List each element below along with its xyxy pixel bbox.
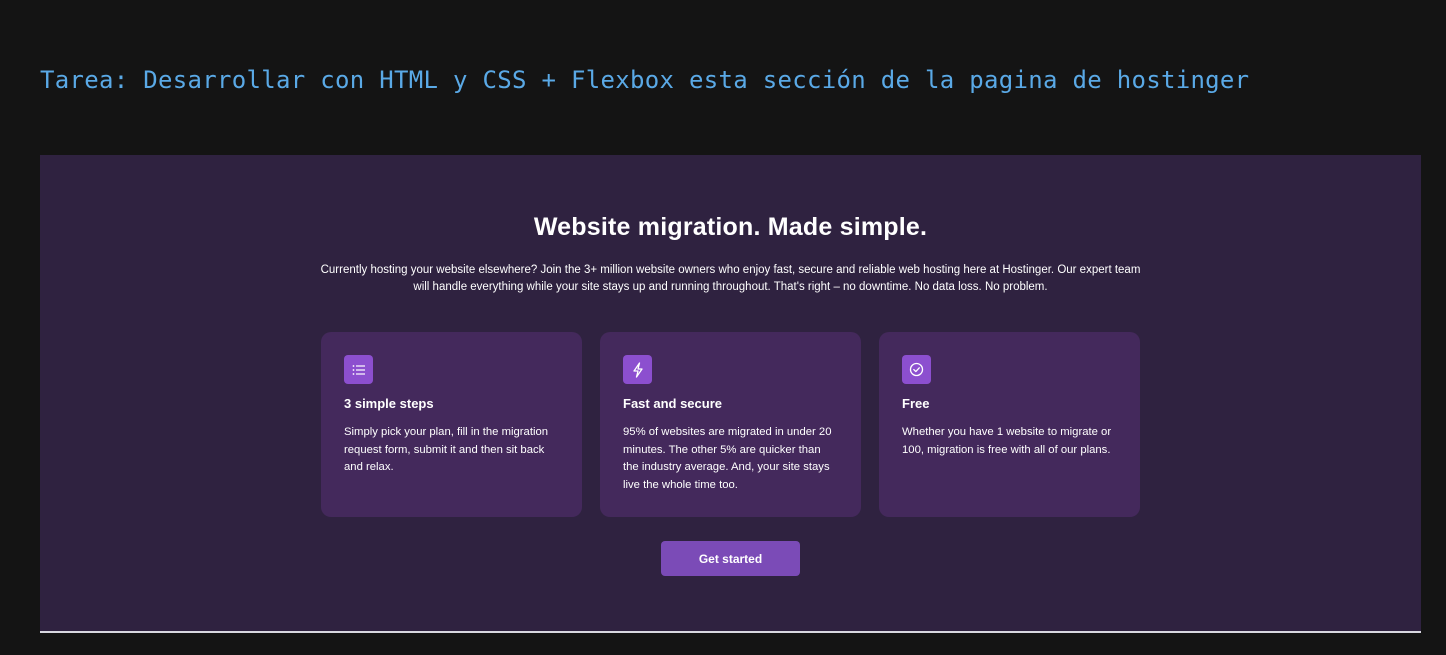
feature-card-free: Free Whether you have 1 website to migra… — [879, 332, 1140, 517]
feature-card-fast: Fast and secure 95% of websites are migr… — [600, 332, 861, 517]
task-heading: Tarea: Desarrollar con HTML y CSS + Flex… — [40, 66, 1250, 94]
feature-card-steps: 3 simple steps Simply pick your plan, fi… — [321, 332, 582, 517]
section-title: Website migration. Made simple. — [533, 213, 928, 241]
divider — [40, 631, 1421, 633]
get-started-button[interactable]: Get started — [661, 541, 800, 576]
migration-section: Website migration. Made simple. Currentl… — [40, 155, 1421, 631]
card-title: 3 simple steps — [344, 396, 434, 411]
card-title: Fast and secure — [623, 396, 722, 411]
card-text: 95% of websites are migrated in under 20… — [623, 426, 832, 491]
card-text: Whether you have 1 website to migrate or… — [902, 426, 1112, 456]
check-circle-icon — [902, 355, 931, 384]
list-icon — [344, 355, 373, 384]
lightning-icon — [623, 355, 652, 384]
feature-cards: 3 simple steps Simply pick your plan, fi… — [321, 332, 1140, 517]
card-title: Free — [902, 396, 930, 411]
card-text: Simply pick your plan, fill in the migra… — [344, 426, 549, 473]
section-intro: Currently hosting your website elsewhere… — [320, 264, 1141, 293]
